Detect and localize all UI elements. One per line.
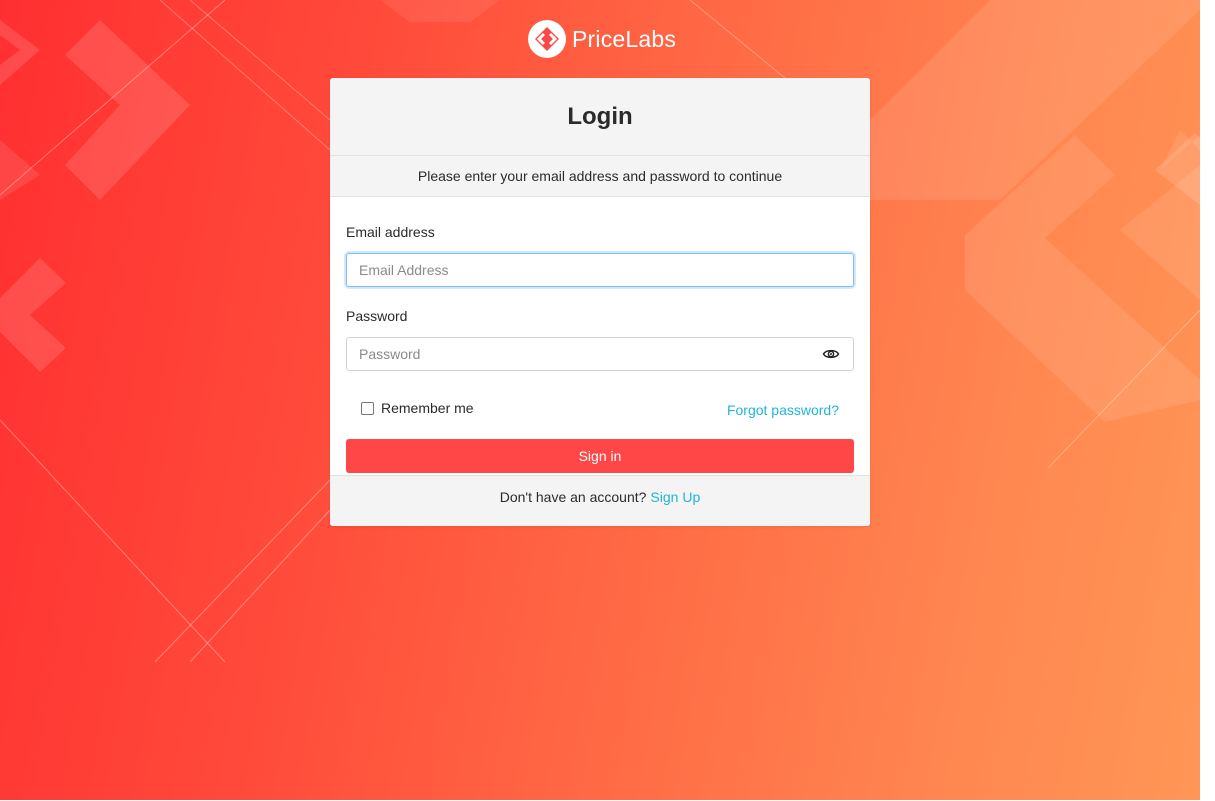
brand[interactable]: PriceLabs — [528, 20, 676, 58]
remember-me[interactable]: Remember me — [361, 400, 474, 416]
signup-prompt: Don't have an account? — [499, 489, 647, 505]
email-field[interactable] — [346, 253, 854, 287]
remember-row: Remember me Forgot password? — [346, 397, 854, 419]
chevrons-logo-icon — [528, 20, 566, 58]
sign-in-button[interactable]: Sign in — [346, 439, 854, 473]
email-field-wrap — [346, 253, 854, 287]
remember-checkbox[interactable] — [361, 401, 374, 415]
page-edge — [1200, 0, 1215, 801]
login-card-footer: Don't have an account? Sign Up — [330, 475, 870, 526]
login-card: Login Please enter your email address an… — [330, 78, 870, 526]
sign-up-link[interactable]: Sign Up — [650, 489, 700, 505]
password-field-wrap — [346, 337, 854, 371]
login-form: Email address Password Remember me Forgo… — [330, 197, 870, 473]
login-card-header: Login — [330, 78, 870, 156]
email-label: Email address — [346, 224, 435, 240]
forgot-password-link[interactable]: Forgot password? — [727, 402, 839, 418]
page-title: Login — [567, 102, 633, 130]
password-label: Password — [346, 308, 408, 324]
eye-icon[interactable] — [822, 345, 840, 363]
brand-name: PriceLabs — [572, 25, 677, 52]
login-subtitle: Please enter your email address and pass… — [330, 156, 870, 197]
remember-label: Remember me — [381, 400, 474, 416]
password-field[interactable] — [346, 337, 854, 371]
